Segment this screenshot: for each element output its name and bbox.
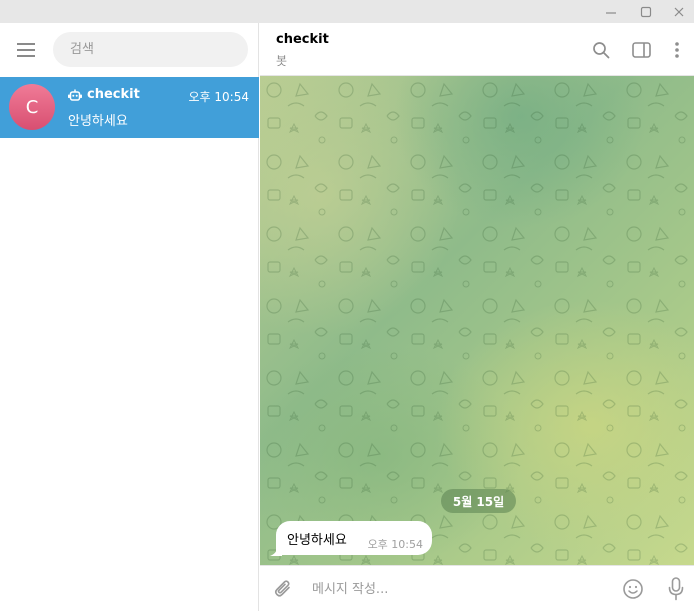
- message-time: 오후 10:54: [367, 538, 423, 551]
- sidebar: C checkit 오후 10:54 안녕하세요: [0, 23, 259, 611]
- hamburger-menu-icon[interactable]: [12, 36, 40, 64]
- search-icon[interactable]: [588, 37, 614, 63]
- chat-status: 봇: [276, 54, 288, 68]
- chat-pane: checkit 봇 5월 15일 안녕하세요 오후 10:54 메시지 작성..…: [260, 23, 694, 611]
- chat-header: checkit 봇: [260, 23, 694, 76]
- chat-name-row: checkit: [68, 87, 140, 102]
- chat-list-item[interactable]: C checkit 오후 10:54 안녕하세요: [0, 77, 259, 138]
- close-icon[interactable]: [664, 0, 694, 23]
- message-composer: [260, 565, 694, 611]
- emoji-icon[interactable]: [620, 576, 646, 602]
- avatar-letter: C: [25, 96, 39, 118]
- more-vertical-icon[interactable]: [664, 37, 690, 63]
- maximize-icon[interactable]: [631, 0, 661, 23]
- avatar: C: [9, 84, 55, 130]
- search-box: [53, 32, 248, 67]
- bot-icon: [68, 89, 82, 101]
- paperclip-icon[interactable]: [270, 576, 296, 602]
- message-input[interactable]: [312, 579, 602, 599]
- date-separator: 5월 15일: [441, 489, 516, 513]
- minimize-icon[interactable]: [596, 0, 626, 23]
- message-area[interactable]: 5월 15일 안녕하세요 오후 10:54: [260, 76, 694, 565]
- microphone-icon[interactable]: [663, 575, 689, 603]
- sidebar-toggle-icon[interactable]: [628, 37, 654, 63]
- chat-name: checkit: [87, 87, 140, 102]
- window-titlebar: [0, 0, 694, 23]
- chat-preview: 안녕하세요: [68, 114, 128, 129]
- message-text: 안녕하세요: [287, 533, 347, 548]
- date-separator-label: 5월 15일: [452, 494, 505, 509]
- chat-time: 오후 10:54: [188, 90, 249, 104]
- chat-title[interactable]: checkit: [276, 32, 329, 47]
- message-bubble[interactable]: 안녕하세요 오후 10:54: [276, 521, 432, 555]
- search-input[interactable]: [70, 42, 248, 57]
